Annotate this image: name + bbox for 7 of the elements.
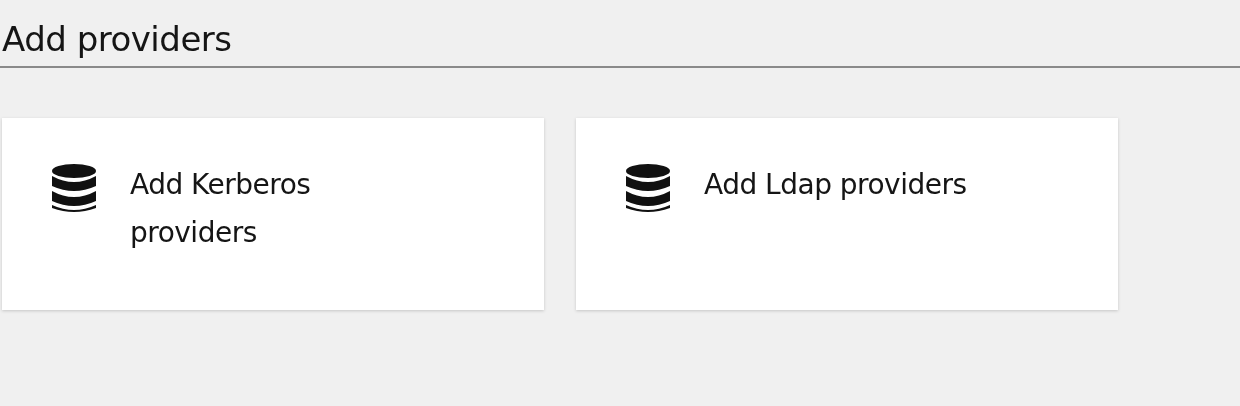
- card-label: Add Ldap providers: [704, 167, 968, 203]
- provider-card[interactable]: Add Ldap providers: [576, 118, 1118, 310]
- database-icon: [52, 164, 96, 214]
- database-icon: [626, 164, 670, 214]
- card-label: Add Kerberos providers: [130, 167, 312, 251]
- provider-card[interactable]: Add Kerberos providers: [2, 118, 544, 310]
- page-title: Add providers: [2, 18, 232, 61]
